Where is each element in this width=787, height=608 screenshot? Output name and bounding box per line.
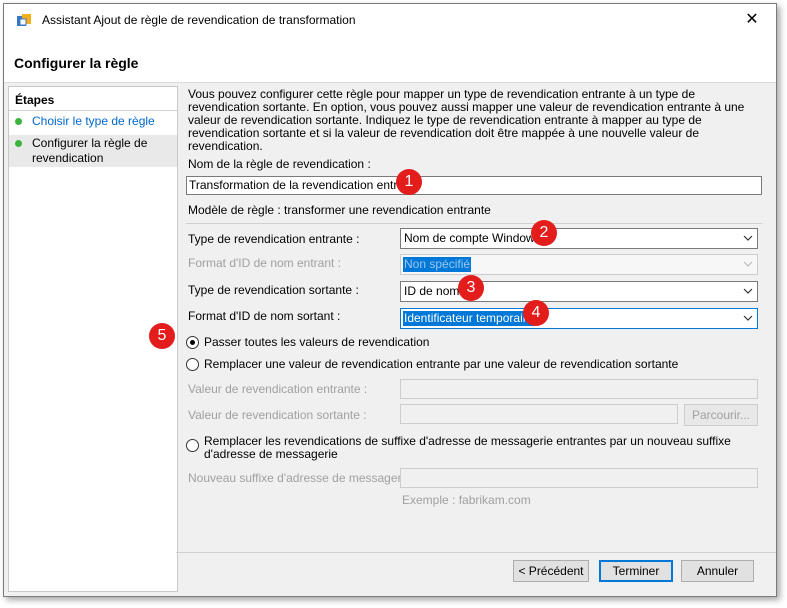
- incoming-type-value: Nom de compte Windows: [404, 231, 541, 245]
- example-text: Exemple : fabrikam.com: [402, 493, 531, 507]
- rule-name-input[interactable]: Transformation de la revendication entra…: [186, 176, 762, 195]
- chevron-down-icon: [743, 261, 753, 267]
- close-button[interactable]: ✕: [740, 9, 764, 31]
- step-label: Configurer la règle de revendication: [32, 136, 148, 165]
- green-dot-icon: [15, 118, 22, 125]
- page-header: Configurer la règle: [4, 36, 776, 83]
- page-title: Configurer la règle: [14, 55, 139, 71]
- outgoing-value-label: Valeur de revendication sortante :: [188, 408, 367, 422]
- outgoing-value-input: [400, 404, 678, 424]
- radio-selected-dot: [190, 340, 195, 345]
- incoming-value-input: [400, 379, 758, 399]
- radio-replace-value-label[interactable]: Remplacer une valeur de revendication en…: [204, 358, 678, 371]
- outgoing-format-select[interactable]: Identificateur temporaire: [400, 308, 758, 329]
- step-label[interactable]: Choisir le type de règle: [32, 114, 172, 129]
- outgoing-format-value: Identificateur temporaire: [403, 311, 535, 326]
- divider: [186, 223, 762, 224]
- window-title: Assistant Ajout de règle de revendicatio…: [42, 13, 356, 27]
- radio-replace-suffix-label[interactable]: Remplacer les revendications de suffixe …: [204, 435, 744, 461]
- step-configure-rule: Configurer la règle de revendication: [9, 135, 177, 167]
- incoming-format-label: Format d'ID de nom entrant :: [188, 256, 342, 270]
- new-suffix-input: [400, 468, 758, 488]
- intro-text: Vous pouvez configurer cette règle pour …: [188, 87, 745, 153]
- incoming-type-label: Type de revendication entrante :: [188, 232, 360, 246]
- steps-title: Étapes: [15, 93, 55, 107]
- outgoing-format-label: Format d'ID de nom sortant :: [188, 309, 341, 323]
- browse-button[interactable]: Parcourir...: [684, 404, 758, 426]
- outgoing-type-label: Type de revendication sortante :: [188, 283, 359, 297]
- radio-pass-all[interactable]: [186, 336, 199, 349]
- cancel-button[interactable]: Annuler: [681, 560, 754, 582]
- incoming-format-select: Non spécifié: [400, 254, 758, 275]
- radio-replace-suffix[interactable]: [186, 439, 199, 452]
- callout-5: 5: [149, 323, 175, 349]
- template-label: Modèle de règle : transformer une revend…: [188, 203, 491, 217]
- title-bar: Assistant Ajout de règle de revendicatio…: [4, 4, 776, 36]
- incoming-value-label: Valeur de revendication entrante :: [188, 382, 368, 396]
- outgoing-type-value: ID de nom: [404, 284, 460, 298]
- wizard-window: Assistant Ajout de règle de revendicatio…: [3, 3, 777, 597]
- finish-button[interactable]: Terminer: [599, 560, 673, 582]
- green-dot-icon: [15, 140, 22, 147]
- steps-divider: [9, 110, 177, 111]
- radio-pass-all-label[interactable]: Passer toutes les valeurs de revendicati…: [204, 336, 429, 349]
- callout-4: 4: [523, 300, 549, 326]
- footer-divider: [176, 552, 776, 553]
- chevron-down-icon: [743, 288, 753, 294]
- chevron-down-icon: [743, 235, 753, 241]
- main-content: Vous pouvez configurer cette règle pour …: [176, 82, 776, 552]
- callout-2: 2: [531, 220, 557, 246]
- rule-name-label: Nom de la règle de revendication :: [188, 157, 371, 171]
- previous-button[interactable]: < Précédent: [513, 560, 589, 582]
- rule-name-value: Transformation de la revendication entra…: [189, 178, 421, 192]
- radio-replace-value[interactable]: [186, 358, 199, 371]
- step-choose-rule-type[interactable]: Choisir le type de règle: [9, 113, 177, 133]
- new-suffix-label: Nouveau suffixe d'adresse de messagerie …: [188, 471, 418, 485]
- chevron-down-icon: [743, 315, 753, 321]
- incoming-format-value: Non spécifié: [403, 257, 472, 272]
- incoming-type-select[interactable]: Nom de compte Windows: [400, 228, 758, 249]
- outgoing-type-select[interactable]: ID de nom: [400, 281, 758, 302]
- callout-1: 1: [396, 169, 422, 195]
- callout-3: 3: [458, 275, 484, 301]
- app-icon: [17, 14, 31, 26]
